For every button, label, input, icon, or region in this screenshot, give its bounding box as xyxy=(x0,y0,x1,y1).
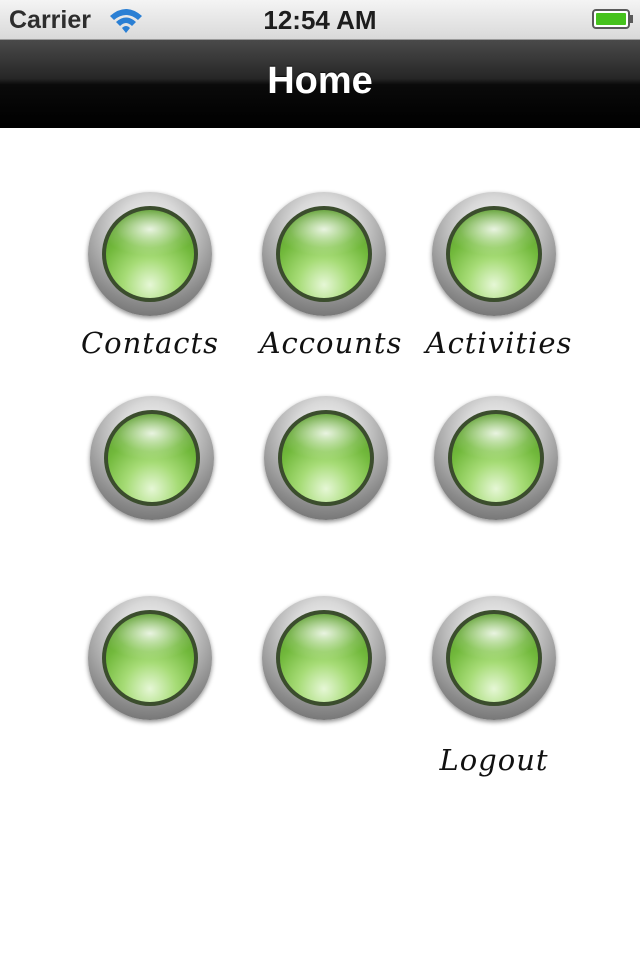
accounts-button[interactable] xyxy=(262,192,386,316)
grid-button-4[interactable] xyxy=(90,396,214,520)
activities-button[interactable] xyxy=(432,192,556,316)
grid-button-7[interactable] xyxy=(88,596,212,720)
logout-button[interactable] xyxy=(432,596,556,720)
logout-label: Logout xyxy=(439,743,549,777)
status-bar: Carrier 12:54 AM xyxy=(0,0,640,40)
contacts-label: Contacts xyxy=(80,326,220,360)
navigation-bar: Home xyxy=(0,40,640,128)
battery-full-icon xyxy=(592,9,633,29)
grid-button-8[interactable] xyxy=(262,596,386,720)
grid-button-6[interactable] xyxy=(434,396,558,520)
grid-button-5[interactable] xyxy=(264,396,388,520)
accounts-label: Accounts xyxy=(259,326,403,360)
activities-label: Activities xyxy=(425,326,573,360)
contacts-button[interactable] xyxy=(88,192,212,316)
page-title: Home xyxy=(267,60,373,102)
status-time: 12:54 AM xyxy=(263,5,377,35)
